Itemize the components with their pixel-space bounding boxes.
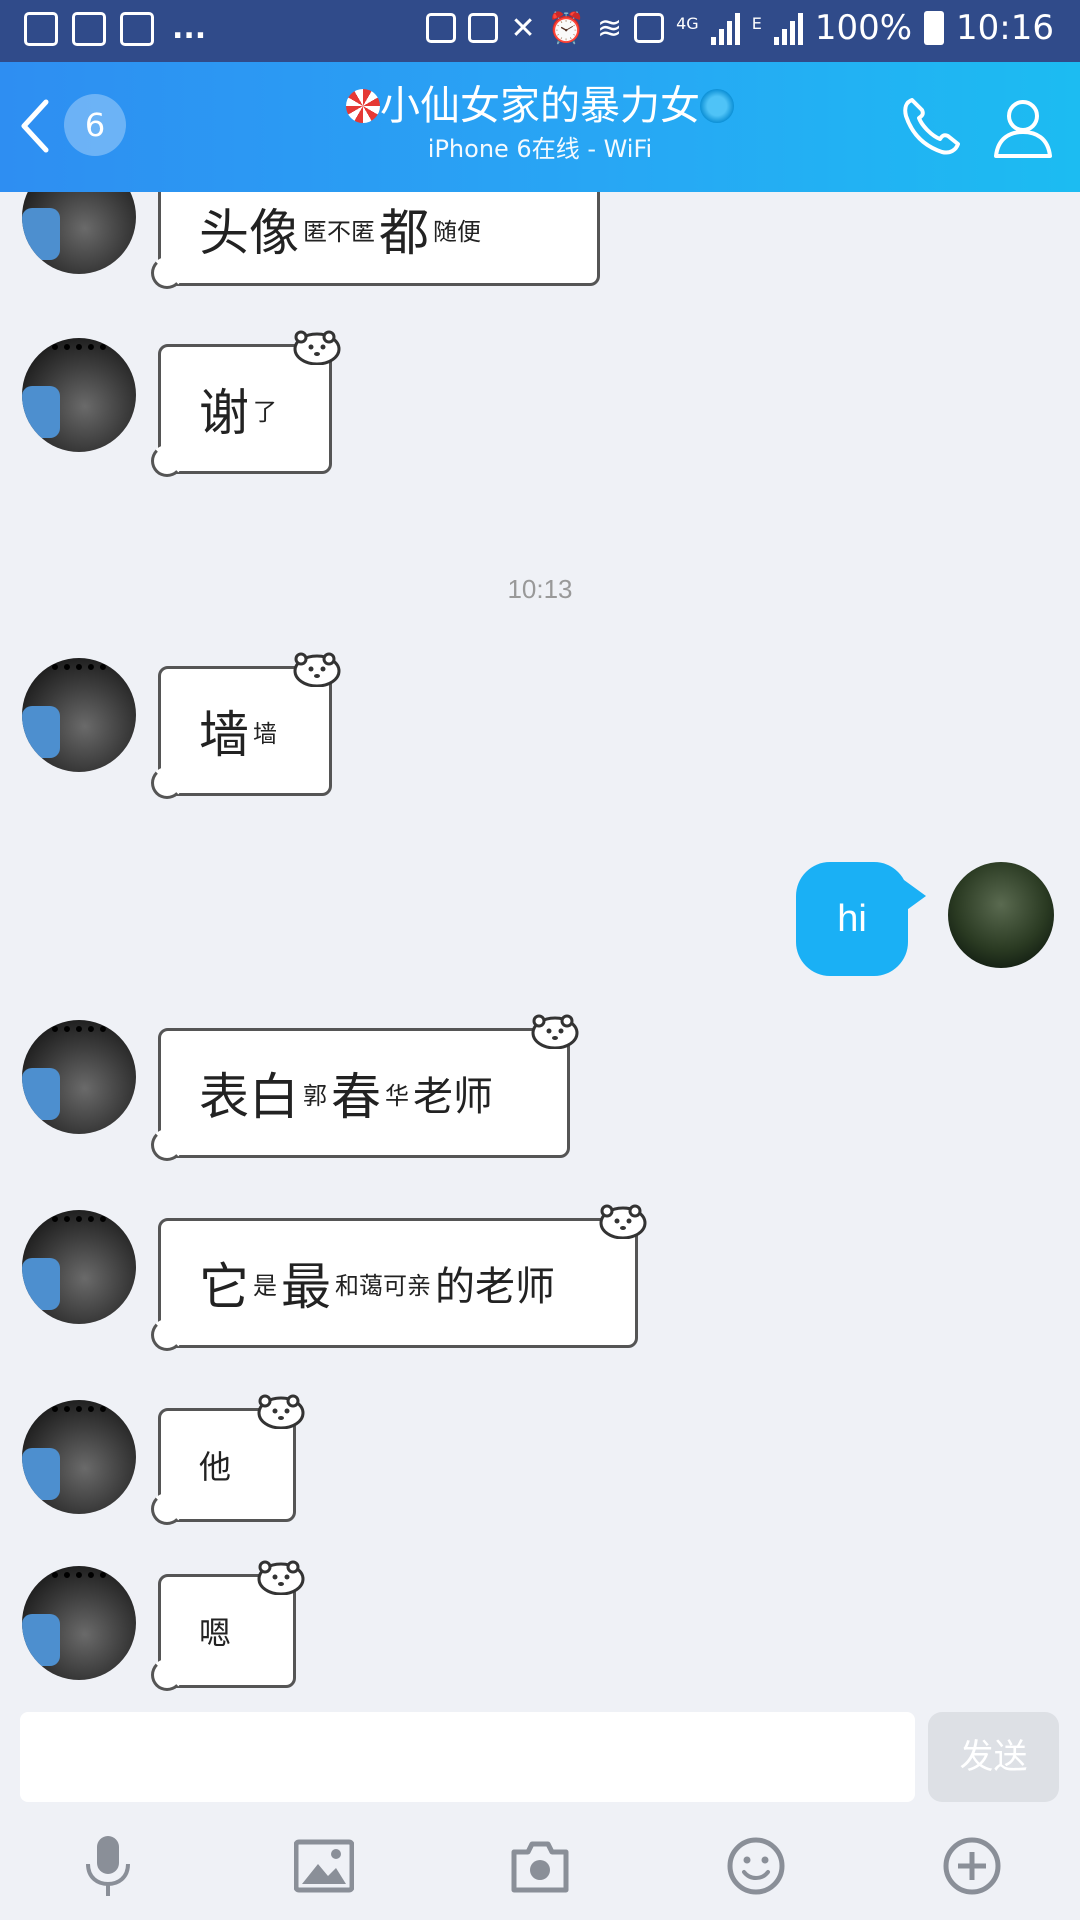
- sticker-text: 是: [253, 1271, 277, 1300]
- gallery-notification-icon: [24, 12, 58, 46]
- network-type: 4G: [676, 14, 699, 33]
- alarm-icon: ⏰: [547, 10, 585, 46]
- sticker-text: 老师: [413, 1074, 493, 1120]
- chat-title: 小仙女家的暴力女: [380, 83, 700, 129]
- sticker-text: 最: [281, 1258, 331, 1316]
- wifi-icon: ≋: [596, 10, 623, 46]
- signal-icon: [710, 11, 740, 45]
- sticker-text: 墙: [253, 719, 277, 748]
- sticker-message[interactable]: 嗯: [151, 1560, 305, 1691]
- sticker-text: 郭: [303, 1081, 327, 1110]
- sticker-message[interactable]: 它 是 最 和蔼可亲 的老师: [151, 1204, 647, 1351]
- my-message-tail: [904, 880, 926, 912]
- polar-bear-icon: [293, 330, 341, 365]
- avatar[interactable]: [22, 658, 136, 772]
- my-message[interactable]: hi: [796, 862, 908, 976]
- chat-title-area[interactable]: 小仙女家的暴力女 iPhone 6在线 - WiFi: [260, 80, 820, 166]
- sticker-message[interactable]: 谢 了: [151, 330, 341, 477]
- battery-percent: 100%: [814, 8, 913, 48]
- more-notifications: ...: [172, 11, 207, 46]
- mute-icon: ✕: [510, 10, 536, 46]
- message-timestamp: 10:13: [507, 574, 573, 604]
- send-button[interactable]: 发送: [928, 1712, 1059, 1802]
- polar-bear-icon: [531, 1014, 579, 1049]
- polar-bear-icon: [293, 652, 341, 687]
- sticker-text: 头像: [199, 204, 299, 262]
- sticker-text: 表白: [199, 1068, 299, 1126]
- back-button[interactable]: 6: [18, 88, 128, 164]
- phone-icon[interactable]: [896, 92, 966, 162]
- avatar[interactable]: [22, 1020, 136, 1134]
- chat-header: 6 小仙女家的暴力女 iPhone 6在线 - WiFi: [0, 62, 1080, 192]
- avatar[interactable]: [22, 338, 136, 452]
- sticker-message[interactable]: 表白 郭 春 华 老师: [151, 1014, 579, 1161]
- polar-bear-icon: [599, 1204, 647, 1239]
- message-input[interactable]: [20, 1712, 915, 1802]
- sticker-text: 谢: [199, 384, 249, 442]
- notification-icons: ...: [24, 12, 206, 46]
- microphone-icon[interactable]: [78, 1834, 138, 1898]
- clock: 10:16: [956, 8, 1054, 48]
- sticker-text: 嗯: [199, 1614, 232, 1652]
- sticker-text: 随便: [433, 217, 481, 246]
- online-status: iPhone 6在线 - WiFi: [427, 135, 653, 163]
- my-avatar[interactable]: [948, 862, 1054, 968]
- avatar[interactable]: [22, 1566, 136, 1680]
- chat-title-row: 小仙女家的暴力女: [260, 80, 820, 132]
- unread-count-badge: 6: [64, 94, 126, 156]
- sticker-text: 都: [379, 204, 429, 262]
- paw-notification-icon: [120, 12, 154, 46]
- image-icon[interactable]: [294, 1834, 354, 1898]
- sticker-message[interactable]: 墙 墙: [151, 652, 341, 799]
- sticker-text: 华: [385, 1081, 409, 1110]
- sticker-text: 墙: [199, 706, 249, 764]
- sticker-text: 匿不匿: [303, 217, 375, 246]
- sticker-text: 他: [199, 1448, 232, 1486]
- chevron-left-icon: [21, 99, 49, 153]
- message-list[interactable]: 头像 匿不匿 都 随便 谢 了 10:13 墙 墙 hi 表白 郭 春 华 老师…: [0, 192, 1080, 1702]
- profile-icon[interactable]: [988, 92, 1058, 162]
- system-icons: ✕ ⏰ ≋ 4G E 100% 10:16: [426, 8, 1054, 48]
- signal-2-icon: [773, 11, 803, 45]
- network-type-2: E: [751, 14, 762, 33]
- emoji-icon[interactable]: [726, 1834, 786, 1898]
- avatar[interactable]: [22, 192, 136, 274]
- sticker-message[interactable]: 头像 匿不匿 都 随便: [151, 192, 600, 289]
- battery-icon: [924, 11, 945, 45]
- my-message-text: hi: [837, 897, 867, 940]
- sticker-text: 了: [253, 397, 277, 426]
- avatar[interactable]: [22, 1210, 136, 1324]
- polar-bear-icon: [257, 1394, 305, 1429]
- sticker-text: 和蔼可亲: [335, 1271, 431, 1300]
- polar-bear-icon: [257, 1560, 305, 1595]
- avatar[interactable]: [22, 1400, 136, 1514]
- camera-icon[interactable]: [510, 1834, 570, 1898]
- store-notification-icon: [72, 12, 106, 46]
- lollipop-icon: [346, 89, 380, 123]
- candy-icon: [700, 89, 734, 123]
- battery-saver-icon: [426, 13, 457, 43]
- status-bar: ... ✕ ⏰ ≋ 4G E 100% 10:16: [0, 0, 1080, 62]
- input-toolbar: [0, 1820, 1080, 1920]
- nfc-icon: [468, 13, 499, 43]
- sim-1-icon: [634, 13, 665, 43]
- sticker-message[interactable]: 他: [151, 1394, 305, 1525]
- sticker-text: 的老师: [435, 1264, 555, 1310]
- plus-circle-icon[interactable]: [942, 1834, 1002, 1898]
- sticker-text: 它: [199, 1258, 249, 1316]
- sticker-text: 春: [331, 1068, 381, 1126]
